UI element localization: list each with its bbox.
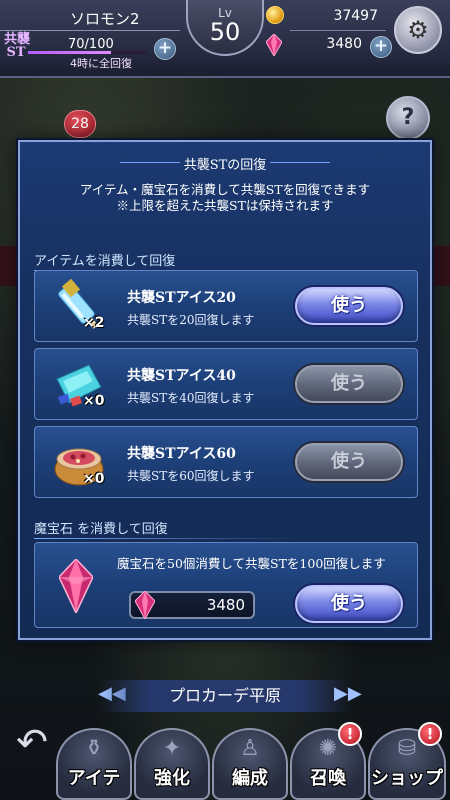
use-ice40-button[interactable]: 使う xyxy=(295,365,403,403)
settings-button[interactable]: ⚙ xyxy=(394,6,442,54)
nav-label: 編成 xyxy=(232,768,268,789)
back-arrow-icon: ↶ xyxy=(16,720,48,764)
st-plus-button[interactable]: + xyxy=(154,38,176,60)
item-name: 共襲STアイス40 xyxy=(127,368,236,384)
gem-balance-value: 3480 xyxy=(206,596,245,614)
level-badge: Lv 50 xyxy=(186,0,264,56)
st-gauge xyxy=(28,51,146,54)
divider xyxy=(290,30,386,31)
gem-value: 3480 xyxy=(326,36,362,52)
level-value: 50 xyxy=(209,18,241,46)
area-name-banner[interactable]: プロカーデ平原 xyxy=(100,680,350,712)
item-name: 共襲STアイス60 xyxy=(127,446,236,462)
party-icon: ♙ xyxy=(240,736,260,761)
gem-recovery-row: 魔宝石を50個消費して共襲STを100回復します 3480 使う xyxy=(34,542,418,628)
divider xyxy=(34,538,418,539)
gem-icon xyxy=(135,591,155,619)
help-icon: ? xyxy=(401,105,415,130)
st-label: 共襲 ST xyxy=(4,32,31,60)
st-value: 70/100 xyxy=(68,37,114,52)
nav-label: 召喚 xyxy=(310,768,346,789)
notification-badge[interactable]: 28 xyxy=(64,110,96,138)
item-row-ice20: ×2 共襲STアイス20 共襲STを20回復します 使う xyxy=(34,270,418,342)
gem-section-title: 魔宝石 を消費して回復 xyxy=(34,522,168,537)
item-description: 共襲STを40回復します xyxy=(127,391,255,405)
nav-label: ショップ xyxy=(371,768,443,789)
area-next-arrow-icon[interactable]: ▶▶ xyxy=(334,683,362,704)
gem-plus-button[interactable]: + xyxy=(370,36,392,58)
player-name: ソロモン2 xyxy=(70,10,140,28)
gem-balance-field: 3480 xyxy=(129,591,255,619)
item-row-ice40: ×0 共襲STアイス40 共襲STを40回復します 使う xyxy=(34,348,418,420)
item-name: 共襲STアイス20 xyxy=(127,290,236,306)
enhance-icon: ✦ xyxy=(162,736,182,761)
st-gauge-fill xyxy=(28,51,111,54)
nav-item-button[interactable]: ⚱ アイテ xyxy=(56,728,132,800)
dialog-title: 共襲STの回復 xyxy=(183,158,267,173)
nav-label: アイテ xyxy=(67,768,121,789)
divider xyxy=(0,30,180,31)
settings-icon: ⚙ xyxy=(407,16,429,44)
dialog-description: アイテム・魔宝石を消費して共襲STを回復できます ※上限を超えた共襲STは保持さ… xyxy=(20,182,430,214)
nav-enhance-button[interactable]: ✦ 強化 xyxy=(134,728,210,800)
description-line: ※上限を超えた共襲STは保持されます xyxy=(116,198,334,213)
summon-alert-badge: ! xyxy=(338,722,362,746)
top-hud: ソロモン2 共襲 ST 70/100 4時に全回復 + Lv 50 37497 … xyxy=(0,0,450,78)
item-description: 共襲STを60回復します xyxy=(127,469,255,483)
back-button[interactable]: ↶ xyxy=(4,712,60,782)
item-section-title: アイテムを消費して回復 xyxy=(34,254,176,269)
st-recover-note: 4時に全回復 xyxy=(70,57,132,70)
use-ice20-button[interactable]: 使う xyxy=(295,287,403,325)
item-description: 共襲STを20回復します xyxy=(127,313,255,327)
st-recovery-dialog: 共襲STの回復 アイテム・魔宝石を消費して共襲STを回復できます ※上限を超えた… xyxy=(18,140,432,640)
use-ice60-button[interactable]: 使う xyxy=(295,443,403,481)
gem-description: 魔宝石を50個消費して共襲STを100回復します xyxy=(117,556,386,571)
item-row-ice60: ×0 共襲STアイス60 共襲STを60回復します 使う xyxy=(34,426,418,498)
nav-party-button[interactable]: ♙ 編成 xyxy=(212,728,288,800)
item-count: ×0 xyxy=(83,471,105,487)
potion-icon: ⚱ xyxy=(84,736,104,761)
shop-alert-badge: ! xyxy=(418,722,442,746)
item-count: ×2 xyxy=(83,315,105,331)
description-line: アイテム・魔宝石を消費して共襲STを回復できます xyxy=(79,182,371,197)
nav-label: 強化 xyxy=(154,768,190,789)
gold-value: 37497 xyxy=(333,8,378,24)
large-gem-icon xyxy=(59,559,93,613)
use-gems-button[interactable]: 使う xyxy=(295,585,403,623)
help-button[interactable]: ? xyxy=(386,96,430,140)
item-count: ×0 xyxy=(83,393,105,409)
